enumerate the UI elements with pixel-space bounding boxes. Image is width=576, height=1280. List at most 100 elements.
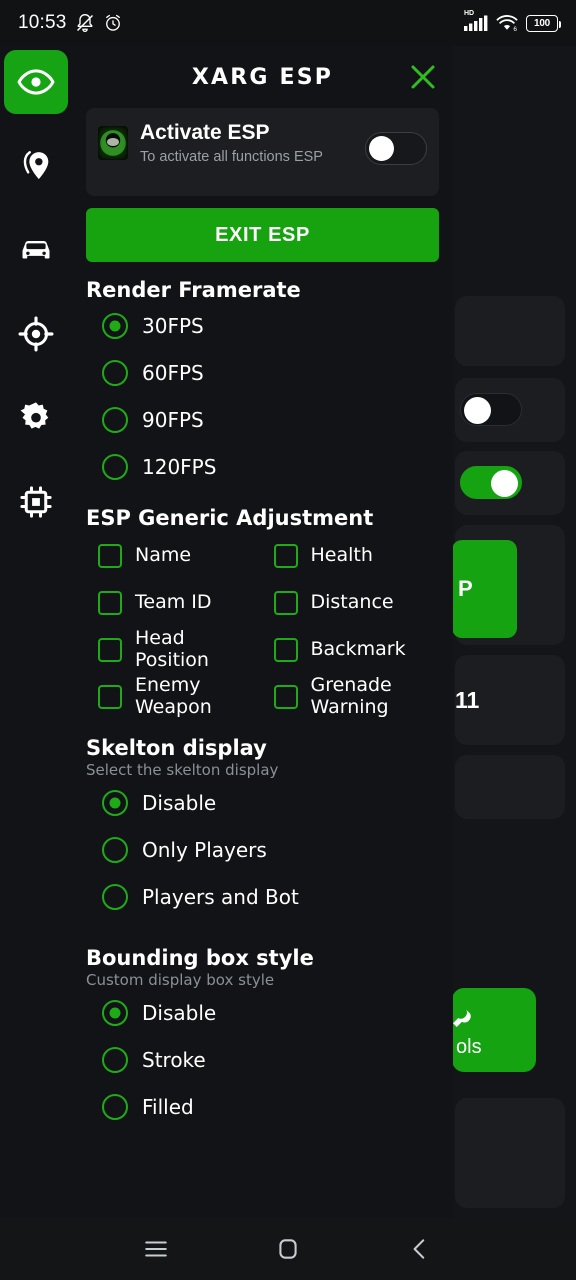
checkbox-indicator bbox=[98, 590, 122, 615]
radio-indicator bbox=[102, 1093, 128, 1120]
checkbox-indicator bbox=[273, 590, 298, 615]
radio-option-box-disable[interactable]: Disable bbox=[86, 989, 439, 1036]
signal-bars-icon: HD bbox=[464, 9, 488, 36]
alarm-clock-icon bbox=[105, 14, 120, 31]
background-toggle-on[interactable] bbox=[460, 466, 522, 499]
checkbox-option-health[interactable]: Health bbox=[273, 532, 440, 579]
section-subtitle: Select the skelton display bbox=[86, 761, 279, 779]
network-type-label: HD bbox=[464, 9, 475, 17]
radio-option-60fps[interactable]: 60FPS bbox=[86, 349, 439, 396]
background-card-7[interactable] bbox=[455, 1098, 565, 1208]
radio-option-only-players[interactable]: Only Players bbox=[86, 826, 439, 873]
background-green-button[interactable]: P bbox=[452, 540, 517, 638]
esp-settings-sheet: XARG ESP Activate ESP To activate all fu… bbox=[72, 46, 453, 1280]
radio-label: 30FPS bbox=[142, 313, 204, 338]
activate-esp-text: Activate ESP To activate all functions E… bbox=[140, 120, 353, 166]
checkbox-option-distance[interactable]: Distance bbox=[273, 579, 440, 626]
background-tools-button[interactable]: ols bbox=[452, 988, 536, 1072]
section-subtitle: Custom display box style bbox=[86, 971, 275, 989]
radio-option-90fps[interactable]: 90FPS bbox=[86, 396, 439, 443]
radio-label: Stroke bbox=[142, 1047, 206, 1072]
rail-item-vehicle[interactable] bbox=[4, 218, 68, 282]
section-title: Skelton display bbox=[86, 736, 267, 760]
section-esp-generic-adjustment: ESP Generic Adjustment Name Health Team … bbox=[86, 506, 439, 720]
background-card-6[interactable] bbox=[455, 755, 565, 819]
status-bar: 10:53 HD 6 100 bbox=[0, 0, 576, 46]
radio-label: 90FPS bbox=[142, 407, 204, 432]
battery-icon: 100 bbox=[526, 14, 561, 32]
rail-item-location[interactable] bbox=[4, 134, 68, 198]
radio-option-skelton-disable[interactable]: Disable bbox=[86, 779, 439, 826]
radio-option-players-and-bot[interactable]: Players and Bot bbox=[86, 873, 439, 920]
radio-indicator bbox=[102, 999, 128, 1026]
radio-label: Disable bbox=[142, 1000, 217, 1025]
chip-icon bbox=[20, 486, 52, 518]
toggle-knob bbox=[464, 397, 491, 424]
radio-indicator bbox=[102, 312, 128, 339]
section-title: Bounding box style bbox=[86, 946, 314, 970]
exit-esp-button[interactable]: EXIT ESP bbox=[86, 208, 439, 262]
radio-option-30fps[interactable]: 30FPS bbox=[86, 302, 439, 349]
nav-recents-button[interactable] bbox=[129, 1222, 183, 1276]
close-button[interactable] bbox=[403, 57, 443, 97]
checkbox-option-head-position[interactable]: Head Position bbox=[98, 626, 264, 673]
background-toggle-off[interactable] bbox=[460, 393, 522, 426]
recents-icon bbox=[145, 1241, 167, 1257]
activate-esp-title: Activate ESP bbox=[140, 121, 270, 144]
radio-option-box-stroke[interactable]: Stroke bbox=[86, 1036, 439, 1083]
rail-item-chip[interactable] bbox=[4, 470, 68, 534]
checkbox-indicator bbox=[273, 543, 298, 568]
section-title: ESP Generic Adjustment bbox=[86, 506, 374, 530]
target-crosshair-icon bbox=[18, 316, 54, 352]
section-divider-gap bbox=[86, 920, 439, 930]
checkbox-option-name[interactable]: Name bbox=[98, 532, 264, 579]
checkbox-option-grenade-warning[interactable]: Grenade Warning bbox=[273, 673, 440, 720]
radio-label: 60FPS bbox=[142, 360, 204, 385]
radio-option-120fps[interactable]: 120FPS bbox=[86, 443, 439, 490]
gear-icon bbox=[20, 402, 49, 429]
checkbox-option-backmark[interactable]: Backmark bbox=[273, 626, 440, 673]
checkbox-label: Name bbox=[135, 543, 192, 566]
radio-label: 120FPS bbox=[142, 454, 217, 479]
background-card-1[interactable] bbox=[455, 296, 565, 366]
battery-level-label: 100 bbox=[533, 17, 551, 29]
radio-indicator bbox=[102, 406, 128, 433]
checkbox-grid: Name Health Team ID Distance Head Positi… bbox=[86, 532, 439, 720]
checkbox-indicator bbox=[98, 637, 122, 662]
checkbox-indicator bbox=[98, 684, 122, 709]
radio-indicator bbox=[102, 1046, 128, 1073]
nav-home-button[interactable] bbox=[261, 1222, 315, 1276]
radio-indicator bbox=[102, 883, 128, 910]
radio-option-box-filled[interactable]: Filled bbox=[86, 1083, 439, 1130]
radio-indicator bbox=[102, 836, 128, 863]
checkbox-indicator bbox=[273, 637, 298, 662]
home-icon bbox=[279, 1239, 297, 1259]
activate-esp-subtitle: To activate all functions ESP bbox=[140, 149, 323, 166]
section-render-framerate: Render Framerate 30FPS 60FPS 90FPS 120FP… bbox=[86, 278, 439, 490]
checkbox-label: Grenade Warning bbox=[310, 674, 392, 718]
screen-root: P 11 ols 10:53 HD 6 100 XARG ESP Activat… bbox=[0, 0, 576, 1280]
radio-indicator bbox=[102, 789, 128, 816]
location-pin-icon bbox=[23, 151, 49, 180]
checkbox-label: Backmark bbox=[310, 637, 406, 660]
background-tools-label: ols bbox=[456, 1035, 482, 1058]
wifi-icon: 6 bbox=[496, 14, 518, 32]
activate-esp-card[interactable]: Activate ESP To activate all functions E… bbox=[86, 108, 439, 196]
rail-item-settings[interactable] bbox=[4, 386, 68, 450]
radio-indicator bbox=[102, 359, 128, 386]
checkbox-option-team-id[interactable]: Team ID bbox=[98, 579, 264, 626]
checkbox-indicator bbox=[98, 543, 122, 568]
section-bounding-box-style: Bounding box style Custom display box st… bbox=[86, 946, 439, 1130]
status-bar-left: 10:53 bbox=[18, 12, 123, 34]
checkbox-option-enemy-weapon[interactable]: Enemy Weapon bbox=[98, 673, 264, 720]
activate-esp-toggle[interactable] bbox=[365, 132, 427, 165]
car-icon bbox=[22, 241, 50, 259]
nav-back-button[interactable] bbox=[393, 1222, 447, 1276]
rail-item-eye[interactable] bbox=[4, 50, 68, 114]
toggle-knob bbox=[491, 470, 518, 497]
section-skelton-display: Skelton display Select the skelton displ… bbox=[86, 736, 439, 920]
rail-item-aim[interactable] bbox=[4, 302, 68, 366]
left-nav-rail bbox=[0, 46, 72, 1280]
status-bar-right: HD 6 100 bbox=[464, 9, 561, 36]
radio-indicator bbox=[102, 453, 128, 480]
